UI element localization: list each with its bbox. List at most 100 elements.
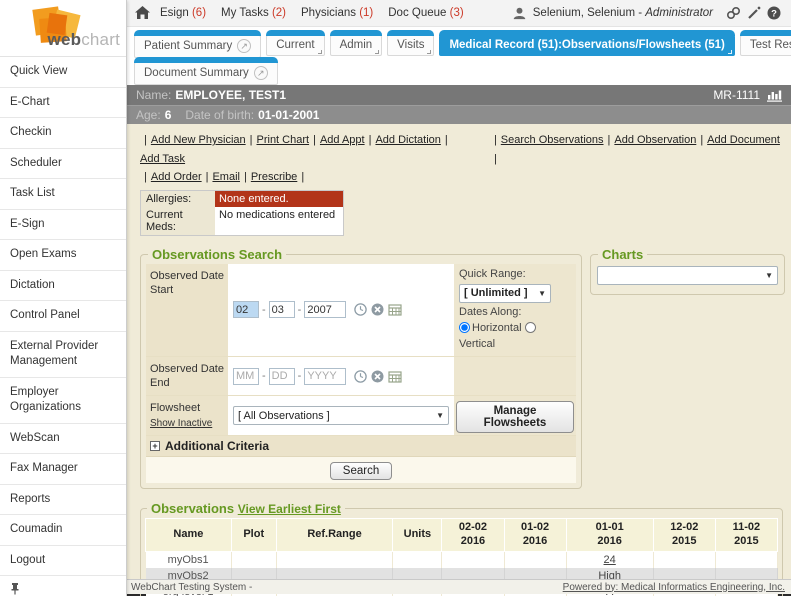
tab[interactable]: Medical Record (51):Observations/Flowshe… bbox=[439, 30, 736, 56]
action-link[interactable]: Search Observations bbox=[501, 131, 604, 150]
clock-icon[interactable] bbox=[354, 369, 368, 383]
end-year-input[interactable] bbox=[304, 367, 347, 385]
additional-criteria-toggle[interactable]: + Additional Criteria bbox=[146, 436, 576, 458]
tab[interactable]: Test Results bbox=[739, 30, 791, 56]
sidebar-item-dictation[interactable]: Dictation bbox=[0, 269, 126, 301]
clear-date-icon[interactable] bbox=[371, 303, 384, 316]
logged-in-user[interactable]: Selenium, Selenium - Administrator bbox=[533, 7, 713, 19]
column-header[interactable]: 12-02 2015 bbox=[652, 518, 716, 552]
sidebar-item-reports[interactable]: Reports bbox=[0, 483, 126, 515]
expand-plus-icon[interactable]: + bbox=[150, 441, 160, 452]
home-icon[interactable] bbox=[135, 6, 150, 20]
webchart-logo[interactable]: webchart bbox=[0, 0, 126, 57]
column-header[interactable]: Plot bbox=[230, 518, 277, 552]
sidebar-menu: Quick View E-Chart Checkin Scheduler Task Li… bbox=[0, 57, 126, 575]
column-header[interactable]: Ref.Range bbox=[275, 518, 394, 552]
column-header[interactable]: 01-01 2016 bbox=[565, 518, 654, 552]
action-link[interactable]: Add Observation bbox=[614, 131, 696, 150]
sidebar-item-e-sign[interactable]: E-Sign bbox=[0, 208, 126, 240]
observation-name: myObs1 bbox=[145, 551, 232, 568]
calendar-icon[interactable] bbox=[388, 303, 402, 317]
brand-text: webchart bbox=[47, 30, 120, 49]
sidebar-item-checkin[interactable]: Checkin bbox=[0, 117, 126, 148]
tab[interactable]: Current bbox=[266, 30, 325, 56]
quick-range-select[interactable]: [ Unlimited ] ▼ bbox=[459, 284, 551, 303]
action-link[interactable]: Add Task bbox=[140, 150, 185, 169]
view-earliest-first-link[interactable]: View Earliest First bbox=[238, 502, 341, 516]
end-day-input[interactable] bbox=[268, 367, 295, 385]
nav-item[interactable]: Doc Queue (3) bbox=[388, 7, 463, 19]
age-label: Age: bbox=[136, 108, 161, 122]
chart-icon[interactable] bbox=[766, 89, 782, 102]
start-month-input[interactable] bbox=[233, 301, 259, 319]
action-link[interactable]: Email bbox=[212, 168, 240, 187]
column-header[interactable]: 01-02 2016 bbox=[503, 518, 567, 552]
charts-select[interactable]: ▼ bbox=[597, 266, 778, 286]
powered-by-link[interactable]: Powered by: Medical Informatics Engineer… bbox=[563, 582, 785, 593]
sidebar-pin-row bbox=[0, 575, 126, 596]
nav-item[interactable]: My Tasks (2) bbox=[221, 7, 286, 19]
show-inactive-link[interactable]: Show Inactive bbox=[150, 418, 212, 429]
tab[interactable]: Admin bbox=[329, 30, 383, 56]
sidebar-item-open-exams[interactable]: Open Exams bbox=[0, 239, 126, 270]
help-icon[interactable]: ? bbox=[767, 6, 781, 20]
popout-icon[interactable]: ↗ bbox=[237, 39, 252, 53]
action-link[interactable]: Add Dictation bbox=[375, 131, 440, 150]
wand-icon[interactable] bbox=[747, 6, 761, 20]
column-header[interactable]: 02-02 2016 bbox=[441, 518, 505, 552]
tab[interactable]: Document Summary ↗ bbox=[134, 57, 278, 85]
patient-age: 6 bbox=[164, 108, 172, 122]
nav-item[interactable]: Esign (6) bbox=[160, 7, 206, 19]
sidebar-item-coumadin[interactable]: Coumadin bbox=[0, 514, 126, 545]
sidebar-item-fax-manager[interactable]: Fax Manager bbox=[0, 453, 126, 484]
allergies-link[interactable]: Allergies: bbox=[146, 193, 191, 205]
sidebar-item-webscan[interactable]: WebScan bbox=[0, 422, 126, 454]
clock-icon[interactable] bbox=[354, 303, 368, 317]
column-header[interactable]: Units bbox=[392, 518, 443, 552]
tab[interactable]: Visits bbox=[387, 30, 435, 56]
tab[interactable]: Patient Summary ↗ bbox=[134, 30, 262, 58]
manage-flowsheets-button[interactable]: Manage Flowsheets bbox=[456, 401, 574, 434]
column-header[interactable]: Name bbox=[145, 518, 232, 552]
start-day-input[interactable] bbox=[268, 301, 295, 319]
sidebar-item-external-provider-management[interactable]: External Provider Management bbox=[0, 330, 126, 377]
action-link[interactable]: Add Document bbox=[707, 131, 780, 150]
sidebar-item-task-list[interactable]: Task List bbox=[0, 178, 126, 209]
charts-panel: Charts ▼ bbox=[590, 247, 785, 296]
nav-item[interactable]: Physicians (1) bbox=[301, 7, 373, 19]
sidebar-item-scheduler[interactable]: Scheduler bbox=[0, 147, 126, 179]
patient-demographics-bar: Age: 6 Date of birth: 01-01-2001 bbox=[127, 105, 791, 124]
clear-date-icon[interactable] bbox=[371, 370, 384, 383]
current-meds-link[interactable]: Current Meds: bbox=[146, 209, 183, 233]
action-link[interactable]: Add Order bbox=[151, 168, 202, 187]
observation-value-link[interactable]: 24 bbox=[604, 554, 616, 566]
sidebar-item-logout[interactable]: Logout bbox=[0, 544, 126, 576]
calendar-icon[interactable] bbox=[388, 370, 402, 383]
sidebar-item-quick-view[interactable]: Quick View bbox=[0, 57, 126, 87]
tab-strip: Patient Summary ↗ Current Admin Visits Medica… bbox=[127, 27, 791, 85]
pin-icon[interactable] bbox=[10, 582, 20, 595]
end-month-input[interactable] bbox=[233, 367, 259, 385]
nav-item-count: (3) bbox=[449, 7, 464, 19]
chevron-down-icon: ▼ bbox=[538, 288, 546, 298]
popout-icon[interactable]: ↗ bbox=[253, 66, 268, 80]
horizontal-radio[interactable] bbox=[459, 321, 470, 333]
action-link[interactable]: Print Chart bbox=[257, 131, 310, 150]
nav-item-count: (2) bbox=[271, 7, 287, 19]
link-icon[interactable] bbox=[726, 6, 741, 20]
action-link[interactable]: Prescribe bbox=[251, 168, 297, 187]
column-header[interactable]: 11-02 2015 bbox=[714, 518, 779, 552]
action-link[interactable]: Add New Physician bbox=[151, 131, 246, 150]
sidebar-item-control-panel[interactable]: Control Panel bbox=[0, 300, 126, 331]
flowsheet-select[interactable]: [ All Observations ] ▼ bbox=[233, 406, 449, 426]
tab-menu-corner-icon bbox=[727, 50, 732, 54]
sidebar-item-employer-organizations[interactable]: Employer Organizations bbox=[0, 376, 126, 423]
vertical-radio[interactable] bbox=[524, 321, 536, 333]
start-year-input[interactable] bbox=[304, 301, 347, 319]
sidebar-item-e-chart[interactable]: E-Chart bbox=[0, 86, 126, 118]
dates-along-label: Dates Along: bbox=[459, 306, 522, 318]
allergies-value: None entered. bbox=[215, 191, 343, 208]
tab-menu-corner-icon bbox=[317, 50, 322, 54]
search-button[interactable]: Search bbox=[329, 462, 393, 481]
action-link[interactable]: Add Appt bbox=[320, 131, 365, 150]
